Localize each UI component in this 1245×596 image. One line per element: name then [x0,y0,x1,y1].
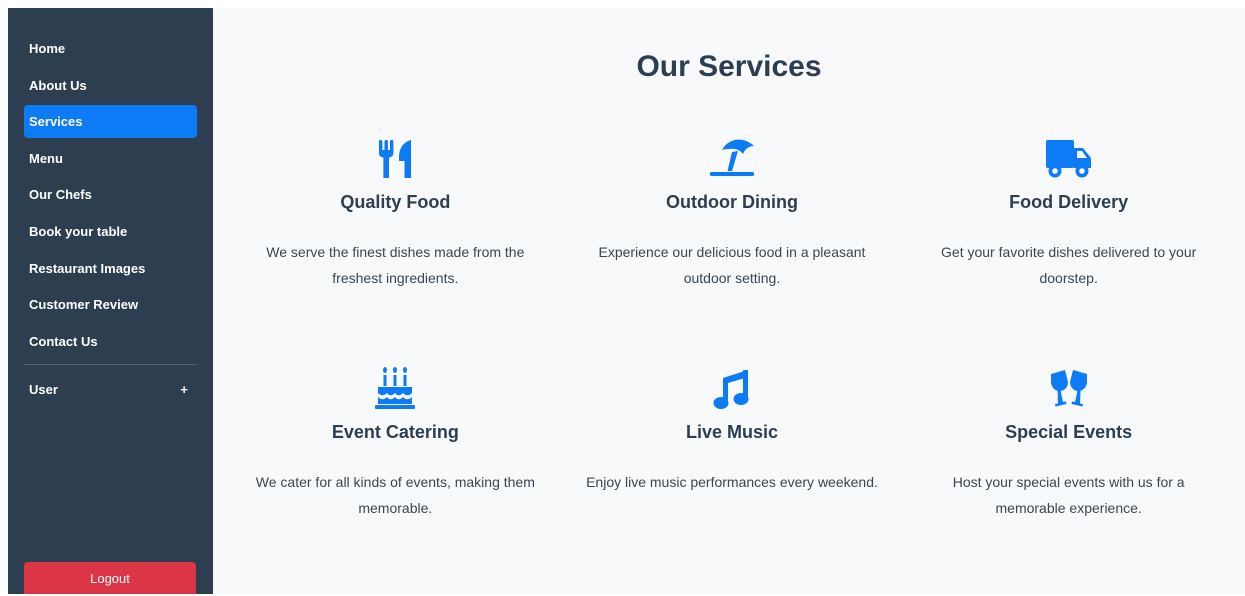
service-card: Special Events Host your special events … [900,366,1237,596]
utensils-icon [227,136,564,182]
main-content: Our Services Quality Food We serve the f… [213,8,1245,594]
service-description: Enjoy live music performances every week… [586,474,878,490]
truck-icon [900,136,1237,182]
birthday-cake-icon [227,366,564,412]
sidebar-divider [24,363,197,365]
sidebar: Home About Us Services Menu Our Chefs Bo… [8,8,213,594]
logout-button[interactable]: Logout [24,562,196,594]
sidebar-item-restaurant-images[interactable]: Restaurant Images [24,252,197,285]
service-description: We cater for all kinds of events, making… [255,474,535,516]
service-card: Event Catering We cater for all kinds of… [227,366,564,596]
service-title: Live Music [685,422,778,442]
sidebar-item-our-chefs[interactable]: Our Chefs [24,178,197,211]
plus-icon: + [180,381,188,397]
umbrella-beach-icon [564,136,901,182]
service-card: Quality Food We serve the finest dishes … [227,136,564,366]
services-grid: Quality Food We serve the finest dishes … [227,136,1237,596]
app-frame: Home About Us Services Menu Our Chefs Bo… [8,8,1245,594]
page-title: Our Services [636,50,822,83]
glass-cheers-icon [900,366,1237,412]
service-description: We serve the finest dishes made from the… [266,244,525,286]
service-description: Host your special events with us for a m… [952,474,1185,516]
user-label: User [29,381,58,397]
music-icon [564,366,901,412]
service-title: Outdoor Dining [666,192,798,212]
service-description: Get your favorite dishes delivered to yo… [941,244,1197,286]
sidebar-item-services[interactable]: Services [24,105,197,139]
sidebar-item-about-us[interactable]: About Us [24,69,197,102]
sidebar-item-customer-review[interactable]: Customer Review [24,288,197,321]
service-title: Special Events [1005,422,1133,442]
service-card: Outdoor Dining Experience our delicious … [564,136,901,366]
service-title: Quality Food [340,192,451,212]
sidebar-item-menu[interactable]: Menu [24,142,197,175]
service-title: Food Delivery [1009,192,1129,212]
sidebar-item-home[interactable]: Home [24,32,197,65]
sidebar-user-dropdown[interactable]: User + [24,373,197,406]
service-description: Experience our delicious food in a pleas… [598,244,866,286]
sidebar-item-contact-us[interactable]: Contact Us [24,325,197,358]
service-card: Food Delivery Get your favorite dishes d… [900,136,1237,366]
service-title: Event Catering [331,422,459,442]
service-card: Live Music Enjoy live music performances… [564,366,901,596]
sidebar-item-book-your-table[interactable]: Book your table [24,215,197,248]
